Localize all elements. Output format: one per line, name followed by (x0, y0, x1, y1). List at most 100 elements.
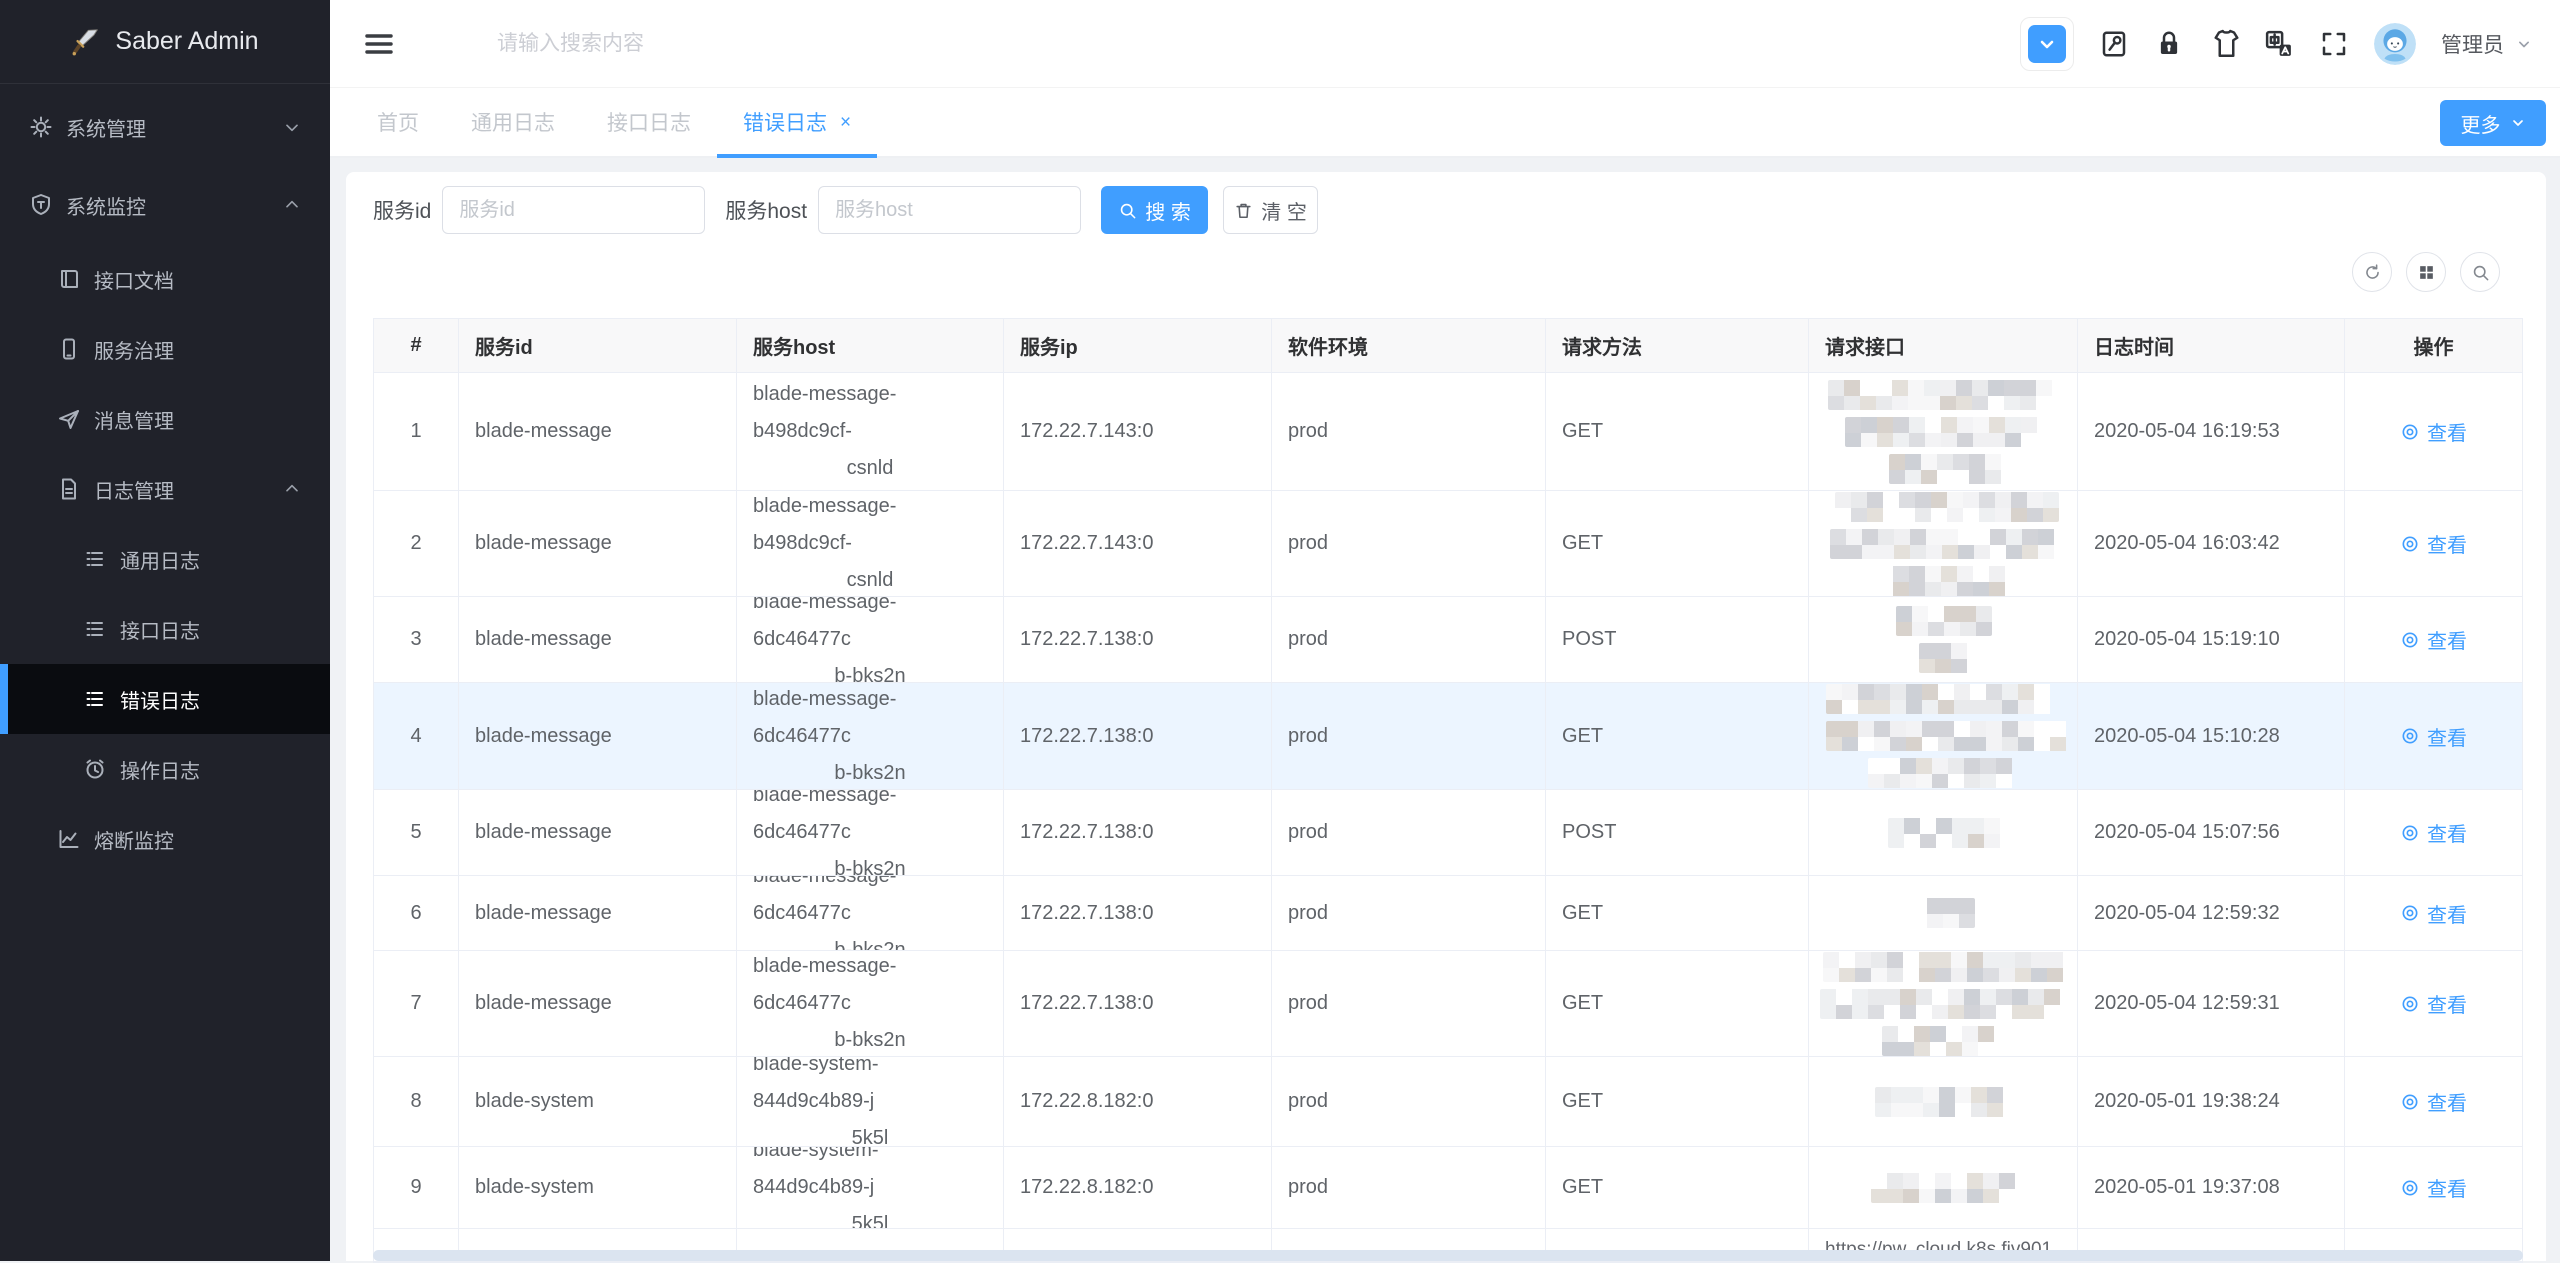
redacted-mosaic (1877, 566, 2011, 596)
view-log-button[interactable]: 查看 (2400, 722, 2467, 751)
lock-icon[interactable] (2154, 29, 2184, 59)
user-menu[interactable]: 管理员 (2441, 29, 2534, 59)
table-row[interactable]: 9blade-systemblade-system-844d9c4b89-j5k… (374, 1147, 2522, 1229)
view-log-button[interactable]: 查看 (2400, 529, 2467, 558)
cell-request-interface-redacted (1809, 1057, 2078, 1147)
cell-service-ip: 172.22.7.143:0 (1004, 373, 1272, 491)
cell-log-time: 2020-05-04 15:07:56 (2078, 790, 2345, 876)
column-header: 服务ip (1004, 319, 1272, 373)
hamburger-menu-icon[interactable] (363, 28, 395, 60)
collapse-toggle-button[interactable] (2020, 17, 2074, 71)
fullscreen-icon[interactable] (2319, 29, 2349, 59)
language-icon[interactable] (2264, 29, 2294, 59)
view-log-button[interactable]: 查看 (2400, 1087, 2467, 1116)
column-settings-button[interactable] (2406, 252, 2446, 292)
cell-service-id: blade-message (459, 597, 737, 683)
service-id-input[interactable] (442, 186, 705, 234)
table-row[interactable]: 2blade-messageblade-message-b498dc9cf-cs… (374, 491, 2522, 597)
tab-home[interactable]: 首页 (351, 88, 445, 156)
sidebar-item-common-log[interactable]: 通用日志 (0, 524, 330, 594)
sidebar-item-message-manage[interactable]: 消息管理 (0, 384, 330, 454)
cell-env: prod (1272, 951, 1546, 1057)
service-host-input[interactable] (818, 186, 1081, 234)
tab-common-log[interactable]: 通用日志 (445, 88, 581, 156)
cell-service-id: blade-message (459, 876, 737, 951)
table-search-button[interactable] (2460, 252, 2500, 292)
table-row[interactable]: 6blade-messageblade-message-6dc46477cb-b… (374, 876, 2522, 951)
topbar: 管理员 (330, 0, 2560, 88)
redacted-mosaic (1919, 643, 1977, 673)
view-log-button[interactable]: 查看 (2400, 1173, 2467, 1202)
redacted-mosaic (1830, 529, 2062, 559)
view-log-button[interactable]: 查看 (2400, 417, 2467, 446)
tab-api-log[interactable]: 接口日志 (581, 88, 717, 156)
view-log-button[interactable]: 查看 (2400, 989, 2467, 1018)
shield-icon (29, 193, 53, 217)
horizontal-scrollbar[interactable] (373, 1250, 2523, 1261)
sidebar-item-service-governance[interactable]: 服务治理 (0, 314, 330, 384)
clear-button[interactable]: 清 空 (1223, 186, 1318, 234)
table-row[interactable]: 3blade-messageblade-message-6dc46477cb-b… (374, 597, 2522, 683)
cell-log-time: 2020-05-04 15:19:10 (2078, 597, 2345, 683)
cell-env: prod (1272, 1057, 1546, 1147)
cell-log-time: 2020-05-04 16:19:53 (2078, 373, 2345, 491)
sidebar-item-circuit-monitor[interactable]: 熔断监控 (0, 804, 330, 874)
search-button[interactable]: 搜 索 (1101, 186, 1208, 234)
cell-actions: 查看 (2345, 597, 2522, 683)
chart-icon (57, 827, 81, 851)
open-tabs: 首页通用日志接口日志错误日志× (330, 88, 2560, 156)
sidebar-item-error-log[interactable]: 错误日志 (0, 664, 330, 734)
tab-error-log[interactable]: 错误日志× (717, 88, 877, 156)
theme-icon[interactable] (2209, 29, 2239, 59)
sidebar-item-operation-log[interactable]: 操作日志 (0, 734, 330, 804)
global-search-input[interactable] (495, 22, 925, 66)
view-label: 查看 (2427, 1087, 2467, 1116)
view-label: 查看 (2427, 529, 2467, 558)
cell-service-host: blade-system-844d9c4b89-j5k5l (737, 1057, 1004, 1147)
table-row[interactable]: 7blade-messageblade-message-6dc46477cb-b… (374, 951, 2522, 1057)
sidebar-menu: 系统管理系统监控接口文档服务治理消息管理日志管理通用日志接口日志错误日志操作日志… (0, 84, 330, 874)
trash-icon (1234, 201, 1253, 220)
view-log-button[interactable]: 查看 (2400, 625, 2467, 654)
sidebar-item-log-manage[interactable]: 日志管理 (0, 454, 330, 524)
sidebar-item-label: 系统管理 (66, 113, 146, 142)
view-log-button[interactable]: 查看 (2400, 899, 2467, 928)
cell-log-time: 2020-05-01 19:38:24 (2078, 1057, 2345, 1147)
sidebar-item-system-manage[interactable]: 系统管理 (0, 88, 330, 166)
redacted-mosaic (1911, 898, 1975, 928)
cell-service-id: blade-message (459, 491, 737, 597)
cell-service-host: blade-message-6dc46477cb-bks2n (737, 876, 1004, 951)
cell-service-host: blade-system-844d9c4b89-j5k5l (737, 1147, 1004, 1229)
sidebar-item-api-log[interactable]: 接口日志 (0, 594, 330, 664)
redacted-mosaic (1896, 606, 1992, 636)
cell-actions: 查看 (2345, 1147, 2522, 1229)
sword-icon (71, 27, 101, 57)
search-icon (1118, 201, 1137, 220)
error-log-table: #服务id服务host服务ip软件环境请求方法请求接口日志时间操作1blade-… (373, 318, 2523, 1263)
sidebar-item-system-monitor[interactable]: 系统监控 (0, 166, 330, 244)
table-row[interactable]: 8blade-systemblade-system-844d9c4b89-j5k… (374, 1057, 2522, 1147)
more-button[interactable]: 更多 (2440, 100, 2546, 146)
refresh-button[interactable] (2352, 252, 2392, 292)
view-icon (2400, 630, 2420, 650)
changelog-icon[interactable] (2099, 29, 2129, 59)
cell-method: GET (1546, 683, 1809, 790)
sidebar-item-api-docs[interactable]: 接口文档 (0, 244, 330, 314)
table-row[interactable]: 1blade-messageblade-message-b498dc9cf-cs… (374, 373, 2522, 491)
view-icon (2400, 994, 2420, 1014)
send-icon (57, 407, 81, 431)
avatar[interactable] (2374, 23, 2416, 65)
cell-service-host: blade-message-b498dc9cf-csnld (737, 491, 1004, 597)
cell-request-interface-redacted (1809, 597, 2078, 683)
redacted-mosaic (1826, 684, 2064, 714)
cell-method: GET (1546, 491, 1809, 597)
cell-log-time: 2020-05-04 12:59:32 (2078, 876, 2345, 951)
table-row[interactable]: 4blade-messageblade-message-6dc46477cb-b… (374, 683, 2522, 790)
cell-service-host: blade-message-6dc46477cb-bks2n (737, 597, 1004, 683)
cell-actions: 查看 (2345, 876, 2522, 951)
cell-actions: 查看 (2345, 1057, 2522, 1147)
close-icon[interactable]: × (840, 113, 851, 132)
table-row[interactable]: 5blade-messageblade-message-6dc46477cb-b… (374, 790, 2522, 876)
content-area: 服务id 服务host 搜 索 清 空 (330, 158, 2560, 1261)
view-log-button[interactable]: 查看 (2400, 818, 2467, 847)
